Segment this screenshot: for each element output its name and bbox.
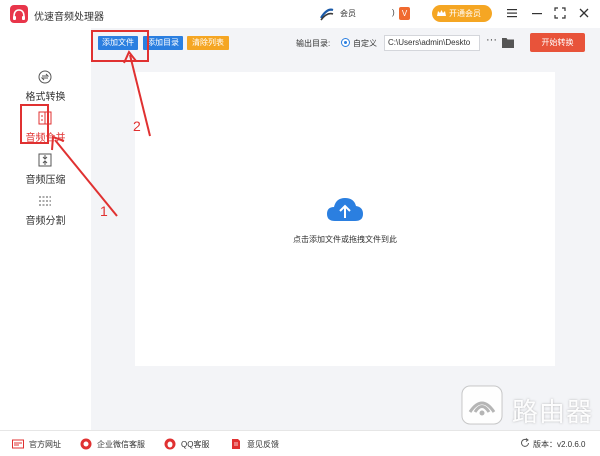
sidebar-item-label: 音频分割 [25,216,66,227]
app-title: 优速音频处理器 [34,12,104,23]
add-directory-button[interactable]: 添加目录 [143,36,183,50]
version-text: 版本：v2.0.6.0 [533,440,586,449]
toolbar: 添加文件 添加目录 清除列表 输出目录: 自定义 C:\Users\admin\… [91,28,600,58]
open-vip-label: 开通会员 [449,9,481,18]
annotation-step-1: 1 [100,203,108,219]
annotation-step-2: 2 [133,118,141,134]
open-vip-button[interactable]: 开通会员 [432,5,492,22]
title-bar: 优速音频处理器 会员 ) V 开通会员 [0,0,600,28]
browse-more-button[interactable]: ··· [486,34,497,46]
close-icon[interactable] [577,6,591,20]
vip-badge: V [399,7,410,20]
custom-dir-radio[interactable] [341,38,350,47]
footer: 官方网址 企业微信客服 QQ客服 意见反馈 版本：v2.0.6.0 [0,430,600,456]
sidebar: 格式转换 音频合并 音频压缩 音频分割 [0,28,91,430]
format-convert-icon [38,70,52,84]
maximize-icon[interactable] [553,6,567,20]
custom-dir-radio-label[interactable]: 自定义 [353,38,377,49]
output-path-field[interactable]: C:\Users\admin\Deskto [384,35,480,51]
sidebar-item-label: 音频压缩 [25,175,66,186]
output-dir-label: 输出目录: [296,39,331,48]
folder-icon[interactable] [502,37,514,48]
annotation-box-add-file [91,30,149,62]
sidebar-item-audio-split[interactable]: 音频分割 [0,194,91,234]
refresh-icon[interactable] [520,438,530,448]
footer-link-label: QQ客服 [181,440,210,449]
audio-compress-icon [38,153,52,167]
feedback-icon [232,439,240,449]
sidebar-item-audio-compress[interactable]: 音频压缩 [0,153,91,193]
footer-link-label: 企业微信客服 [97,440,145,449]
vip-level-text: ) [392,8,395,17]
sidebar-item-label: 格式转换 [25,92,66,103]
app-logo-icon [10,5,28,23]
file-drop-zone[interactable]: 点击添加文件或拖拽文件到此 [135,72,555,366]
audio-split-icon [39,196,51,206]
website-icon [12,439,24,449]
qq-icon [164,438,176,450]
crown-icon [437,10,446,16]
user-avatar-icon[interactable] [318,6,336,22]
clear-list-button[interactable]: 清除列表 [187,36,229,50]
minimize-icon[interactable] [530,6,544,20]
drop-hint-text: 点击添加文件或拖拽文件到此 [293,235,397,244]
start-convert-button[interactable]: 开始转换 [530,33,585,52]
watermark-text: 路由器 [512,398,594,428]
annotation-box-audio-merge [20,104,49,144]
user-name: 会员 [340,9,356,18]
menu-icon[interactable] [505,6,519,20]
cloud-upload-icon [327,198,363,221]
footer-link-label: 官方网址 [29,440,61,449]
footer-link-label: 意见反馈 [247,440,279,449]
wechat-service-icon [80,438,92,450]
